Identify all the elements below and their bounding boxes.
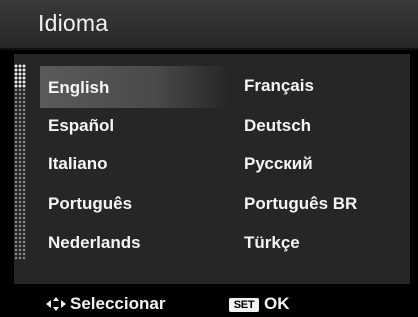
language-option-deutsch[interactable]: Deutsch — [244, 116, 311, 136]
scrollbar-thumb[interactable] — [14, 64, 26, 88]
language-option-espanol[interactable]: Español — [48, 116, 114, 136]
language-option-italiano[interactable]: Italiano — [48, 154, 108, 174]
page-title: Idioma — [38, 10, 109, 36]
four-way-arrow-icon — [46, 297, 66, 311]
language-option-turkce[interactable]: Türkçe — [244, 233, 300, 253]
navigate-hint-label: Seleccionar — [70, 294, 166, 313]
ok-hint-label: OK — [264, 294, 290, 313]
language-option-portugues[interactable]: Português — [48, 194, 132, 214]
language-option-russian[interactable]: Русский — [244, 154, 313, 174]
language-option-francais[interactable]: Français — [244, 76, 314, 96]
set-button-icon: SET — [229, 298, 259, 312]
language-option-portugues-br[interactable]: Português BR — [244, 194, 357, 214]
scrollbar[interactable] — [14, 64, 26, 260]
language-option-english[interactable]: English — [48, 78, 109, 98]
language-option-nederlands[interactable]: Nederlands — [48, 233, 141, 253]
title-bar: Idioma — [0, 0, 418, 50]
language-menu-screen: Idioma English Français Español Deutsch … — [0, 0, 418, 317]
title-divider — [0, 48, 418, 50]
